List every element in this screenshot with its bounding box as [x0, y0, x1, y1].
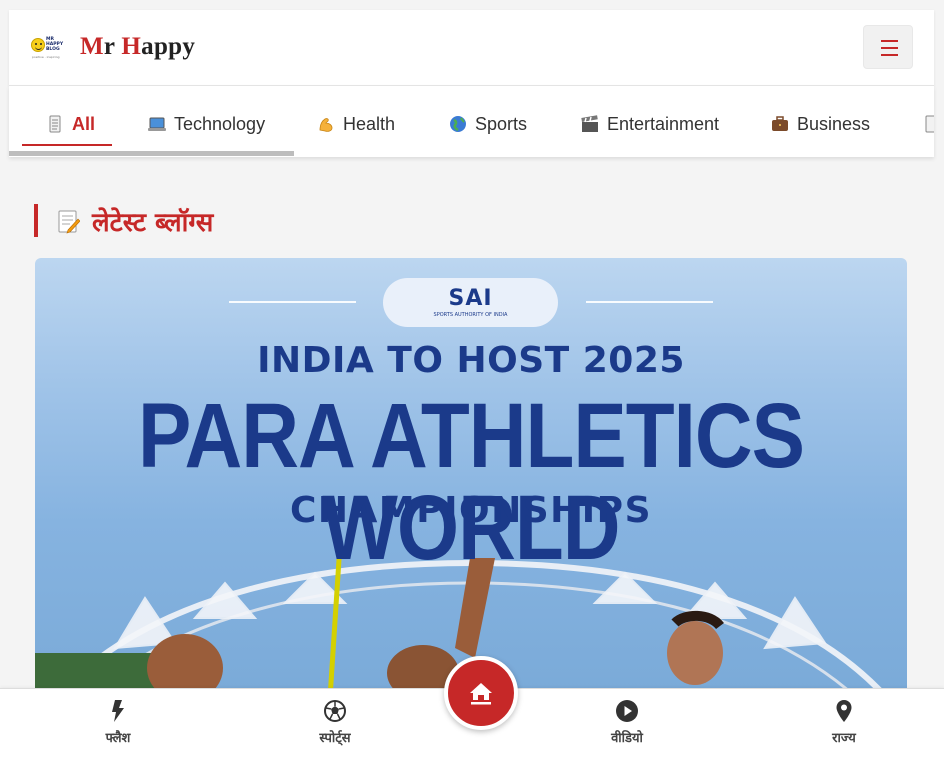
category-tabs: All Technology Health Sports Entertainme…	[9, 86, 934, 157]
laptop-icon	[148, 115, 166, 133]
tab-health[interactable]: Health	[317, 112, 395, 136]
clapperboard-icon	[581, 115, 599, 133]
home-icon	[470, 683, 492, 705]
tab-overflow[interactable]	[922, 112, 934, 136]
soccer-ball-icon	[324, 700, 346, 722]
tab-sports[interactable]: Sports	[449, 112, 527, 136]
active-tab-indicator	[22, 144, 112, 146]
tab-business[interactable]: Business	[771, 112, 870, 136]
nav-item-flash[interactable]: फ्लैश	[73, 699, 163, 746]
home-button[interactable]	[444, 656, 518, 730]
flexed-bicep-icon	[317, 115, 335, 133]
hamburger-line	[881, 40, 898, 42]
hamburger-menu-button[interactable]	[863, 25, 913, 69]
hamburger-line	[881, 54, 898, 56]
brand-rest-1: r	[103, 33, 122, 60]
hamburger-line	[881, 47, 898, 49]
tab-label: Entertainment	[607, 113, 720, 134]
top-header: MR HAPPY BLOG positive · inspiring Mr Ha…	[9, 10, 934, 86]
brand-rest-2: appy	[141, 33, 196, 60]
sai-badge: SAI SPORTS AUTHORITY OF INDIA	[383, 278, 558, 327]
tab-technology[interactable]: Technology	[148, 112, 265, 136]
section-title-text: लेटेस्ट ब्लॉग्स	[92, 208, 214, 238]
nav-label: वीडियो	[611, 731, 643, 746]
section-accent-bar	[34, 204, 38, 237]
hero-divider-right	[586, 301, 713, 303]
tab-all[interactable]: All	[46, 112, 95, 136]
brand-initial-h: H	[121, 33, 142, 60]
globe-icon	[449, 115, 467, 133]
page-icon	[46, 115, 64, 133]
tab-entertainment[interactable]: Entertainment	[581, 112, 719, 136]
memo-icon	[58, 208, 81, 234]
latest-blogs-heading: लेटेस्ट ब्लॉग्स	[58, 201, 213, 241]
site-logo[interactable]: MR HAPPY BLOG positive · inspiring	[31, 36, 69, 59]
hero-divider-left	[229, 301, 356, 303]
tab-label: Business	[797, 113, 871, 134]
nav-label: स्पोर्ट्स	[319, 731, 351, 746]
brand-initial-m: M	[80, 33, 104, 60]
location-pin-icon	[836, 700, 852, 722]
play-circle-icon	[616, 700, 638, 722]
nav-item-video[interactable]: वीडियो	[582, 699, 672, 746]
hero-headline-line3: CHAMPIONSHIPS	[289, 490, 652, 531]
sai-badge-subtext: SPORTS AUTHORITY OF INDIA	[433, 312, 508, 318]
nav-item-state[interactable]: राज्य	[799, 699, 889, 746]
tab-label: Sports	[475, 113, 528, 134]
logo-tagline: positive · inspiring	[32, 55, 60, 59]
hero-headline-line1: INDIA TO HOST 2025	[257, 340, 685, 381]
tabs-scrollbar[interactable]	[9, 151, 294, 156]
nav-item-sports[interactable]: स्पोर्ट्स	[290, 699, 380, 746]
hero-headline-line2: PARA ATHLETICS WORLD	[138, 384, 805, 579]
smiley-logo-icon	[31, 38, 45, 52]
nav-label: फ्लैश	[105, 731, 131, 746]
sai-badge-text: SAI	[448, 286, 493, 311]
tab-label: Technology	[174, 113, 266, 134]
page-icon	[922, 115, 934, 133]
briefcase-icon	[771, 115, 789, 133]
logo-mini-text: MR HAPPY BLOG	[46, 37, 64, 52]
bolt-icon	[112, 700, 124, 722]
featured-blog-card[interactable]: SAI SPORTS AUTHORITY OF INDIA INDIA TO H…	[35, 258, 907, 698]
tab-label: Health	[343, 113, 396, 134]
nav-label: राज्य	[832, 731, 856, 746]
brand-name[interactable]: Mr Happy	[80, 33, 195, 61]
tab-label: All	[72, 113, 96, 134]
